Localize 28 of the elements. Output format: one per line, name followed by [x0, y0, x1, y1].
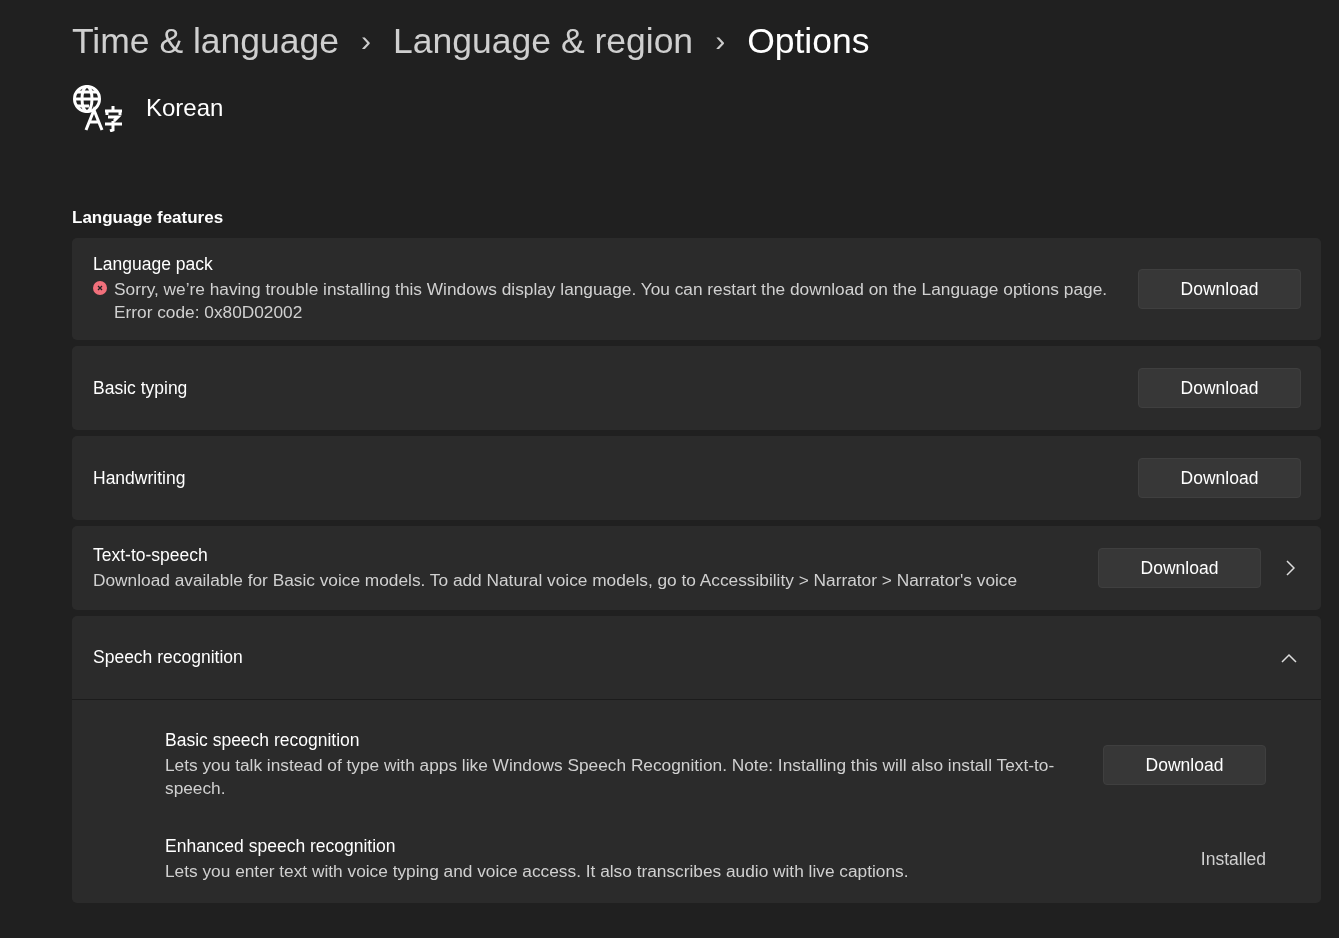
feature-title: Enhanced speech recognition: [165, 836, 397, 857]
download-button[interactable]: Download: [1138, 458, 1301, 498]
breadcrumb-item[interactable]: Language & region: [393, 20, 694, 62]
feature-title: Language pack: [93, 254, 214, 275]
feature-description: Lets you talk instead of type with apps like Windows Speech Recognition. Note: Installing this will also install Text-to-speech.: [165, 754, 1056, 800]
feature-description: Lets you enter text with voice typing and voice access. It also transcribes audio with live captions.: [165, 860, 910, 883]
feature-title: Handwriting: [93, 467, 187, 489]
breadcrumb-separator: ›: [715, 24, 726, 58]
download-button[interactable]: Download: [1138, 269, 1301, 309]
status-label: Installed: [1200, 849, 1266, 870]
chevron-up-icon[interactable]: [1281, 652, 1297, 663]
breadcrumb-separator: ›: [361, 24, 372, 58]
breadcrumb-item[interactable]: Time & language: [72, 20, 340, 62]
feature-title: Speech recognition: [93, 647, 244, 668]
chevron-right-icon[interactable]: [1285, 560, 1295, 576]
error-icon: [93, 281, 107, 295]
download-button[interactable]: Download: [1098, 548, 1261, 588]
breadcrumb-item: Options: [747, 20, 870, 62]
feature-title: Basic typing: [93, 377, 189, 399]
feature-title: Text-to-speech: [93, 544, 209, 566]
download-button[interactable]: Download: [1103, 745, 1266, 785]
download-button[interactable]: Download: [1138, 368, 1301, 408]
error-message: Sorry, we’re having trouble installing this Windows display language. You can restart the download on the Language options page. Error code: 0x80D02002: [114, 278, 1109, 324]
language-name: Korean: [146, 94, 224, 122]
language-icon: [72, 84, 124, 132]
section-title: Language features: [72, 208, 225, 228]
feature-title: Basic speech recognition: [165, 730, 361, 751]
feature-description: Download available for Basic voice models. To add Natural voice models, go to Accessibility > Narrator > Narrator's voice: [93, 568, 1019, 592]
